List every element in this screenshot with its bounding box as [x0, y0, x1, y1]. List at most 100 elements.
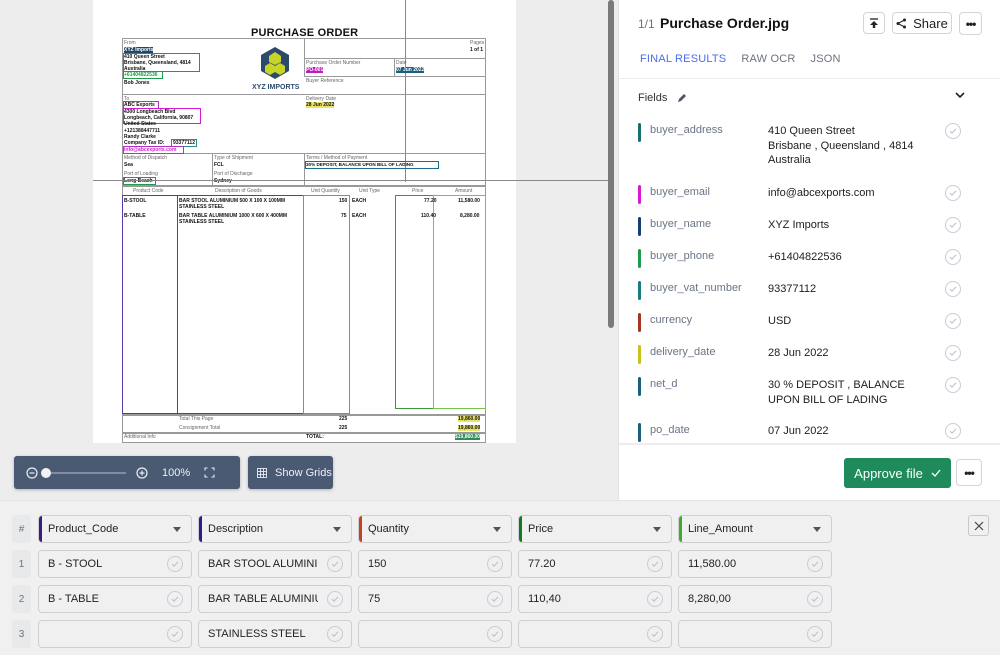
fullscreen-icon[interactable]	[204, 467, 215, 478]
field-color-bar	[638, 249, 641, 268]
field-value[interactable]: USD	[768, 314, 928, 329]
table-cell[interactable]	[358, 620, 512, 648]
caret-down-icon	[173, 527, 181, 532]
more-icon: •••	[964, 465, 975, 480]
column-select-price[interactable]: Price	[518, 515, 672, 543]
highlight-buyer-email	[123, 146, 184, 154]
field-value[interactable]: 30 % DEPOSIT , BALANCE UPON BILL OF LADI…	[768, 378, 928, 407]
field-value[interactable]: 28 Jun 2022	[768, 346, 928, 361]
share-label: Share	[913, 15, 948, 31]
table-cell[interactable]: 77.20	[518, 550, 672, 578]
check-circle-icon[interactable]	[945, 185, 961, 201]
close-table-button[interactable]	[968, 515, 989, 536]
table-cell[interactable]: STAINLESS STEEL	[198, 620, 352, 648]
column-select-quantity[interactable]: Quantity	[358, 515, 512, 543]
column-select-product-code[interactable]: Product_Code	[38, 515, 192, 543]
field-name: buyer_email	[650, 186, 710, 198]
tab-final-results[interactable]: FINAL RESULTS	[640, 53, 726, 65]
field-value[interactable]: 410 Queen Street Brisbane , Queensland ,…	[768, 124, 928, 168]
field-color-bar	[638, 313, 641, 332]
check-circle-icon[interactable]	[647, 626, 663, 642]
doc-to-address-3: United States	[124, 121, 156, 127]
field-value[interactable]: XYZ Imports	[768, 218, 928, 233]
field-name: po_date	[650, 424, 690, 436]
fields-header: Fields	[638, 92, 687, 104]
check-circle-icon[interactable]	[945, 313, 961, 329]
check-circle-icon[interactable]	[487, 556, 503, 572]
zoom-slider-knob[interactable]	[41, 467, 51, 478]
share-button[interactable]: Share	[892, 12, 952, 34]
check-circle-icon[interactable]	[167, 626, 183, 642]
table-cell[interactable]	[518, 620, 672, 648]
check-circle-icon[interactable]	[647, 591, 663, 607]
check-circle-icon[interactable]	[327, 591, 343, 607]
tab-raw-ocr[interactable]: RAW OCR	[741, 53, 795, 65]
show-grids-button[interactable]: Show Grids	[248, 456, 333, 489]
check-circle-icon[interactable]	[647, 556, 663, 572]
field-name: buyer_address	[650, 124, 723, 136]
field-value[interactable]: info@abcexports.com	[768, 186, 928, 201]
viewer-scrollbar[interactable]	[608, 0, 614, 328]
table-cell[interactable]	[38, 620, 192, 648]
table-cell[interactable]: B - TABLE	[38, 585, 192, 613]
check-circle-icon[interactable]	[327, 556, 343, 572]
check-circle-icon[interactable]	[487, 591, 503, 607]
table-cell[interactable]: 11,580.00	[678, 550, 832, 578]
doc-row1-qty: 150	[339, 198, 348, 204]
page-counter: 1/1	[638, 17, 655, 31]
check-circle-icon[interactable]	[167, 591, 183, 607]
doc-total-value: $19,860.00	[455, 434, 481, 440]
check-circle-icon[interactable]	[807, 626, 823, 642]
upload-button[interactable]	[863, 12, 885, 34]
check-circle-icon[interactable]	[945, 377, 961, 393]
check-circle-icon[interactable]	[487, 626, 503, 642]
column-select-description[interactable]: Description	[198, 515, 352, 543]
highlight-buyer-phone	[123, 71, 163, 79]
check-circle-icon[interactable]	[945, 423, 961, 439]
table-cell[interactable]: BAR TABLE ALUMINIUM 1000 X 600 X 400MM	[198, 585, 352, 613]
field-value[interactable]: 07 Jun 2022	[768, 424, 928, 439]
doc-shipment-label: Type of Shipment	[214, 155, 253, 161]
more-options-button[interactable]: •••	[959, 12, 982, 35]
check-circle-icon[interactable]	[945, 217, 961, 233]
table-cell[interactable]: 8,280,00	[678, 585, 832, 613]
more-icon: •••	[965, 16, 977, 31]
table-cell[interactable]: 75	[358, 585, 512, 613]
doc-additional-label: Additional Info	[124, 434, 156, 440]
table-cell[interactable]: B - STOOL	[38, 550, 192, 578]
check-circle-icon[interactable]	[945, 123, 961, 139]
field-value[interactable]: 93377112	[768, 282, 928, 297]
check-circle-icon[interactable]	[807, 556, 823, 572]
zoom-toolbar: 100%	[14, 456, 240, 489]
doc-col-desc: Description of Goods	[215, 188, 262, 194]
check-circle-icon[interactable]	[945, 249, 961, 265]
collapse-fields-chevron-icon[interactable]	[955, 90, 965, 102]
column-label: Price	[528, 523, 554, 535]
field-name: currency	[650, 314, 693, 326]
doc-date-label: Date	[396, 60, 407, 66]
field-color-bar	[638, 185, 641, 204]
result-tabs: FINAL RESULTS RAW OCR JSON	[640, 53, 841, 65]
table-cell[interactable]	[678, 620, 832, 648]
zoom-in-icon[interactable]	[136, 466, 148, 479]
table-cell[interactable]: 110,40	[518, 585, 672, 613]
column-select-line-amount[interactable]: Line_Amount	[678, 515, 832, 543]
check-circle-icon[interactable]	[327, 626, 343, 642]
edit-pencil-icon[interactable]	[677, 93, 687, 103]
check-circle-icon[interactable]	[807, 591, 823, 607]
check-circle-icon[interactable]	[167, 556, 183, 572]
column-color-bar	[519, 516, 522, 542]
zoom-out-icon[interactable]	[26, 466, 38, 479]
zoom-slider[interactable]	[41, 467, 126, 478]
doc-discharge-value: Sydney	[214, 178, 232, 184]
table-cell[interactable]: 150	[358, 550, 512, 578]
approve-more-button[interactable]: •••	[956, 459, 982, 486]
check-circle-icon[interactable]	[945, 281, 961, 297]
check-circle-icon[interactable]	[945, 345, 961, 361]
document-page: PURCHASE ORDER From XYZ Imports 410 Quee…	[93, 0, 516, 443]
field-value[interactable]: +61404822536	[768, 250, 928, 265]
table-cell[interactable]: BAR STOOL ALUMINIUM 500 X 100 X 100MM	[198, 550, 352, 578]
doc-po-label: Purchase Order Number	[306, 60, 361, 66]
tab-json[interactable]: JSON	[811, 53, 841, 65]
approve-file-button[interactable]: Approve file	[844, 458, 951, 488]
